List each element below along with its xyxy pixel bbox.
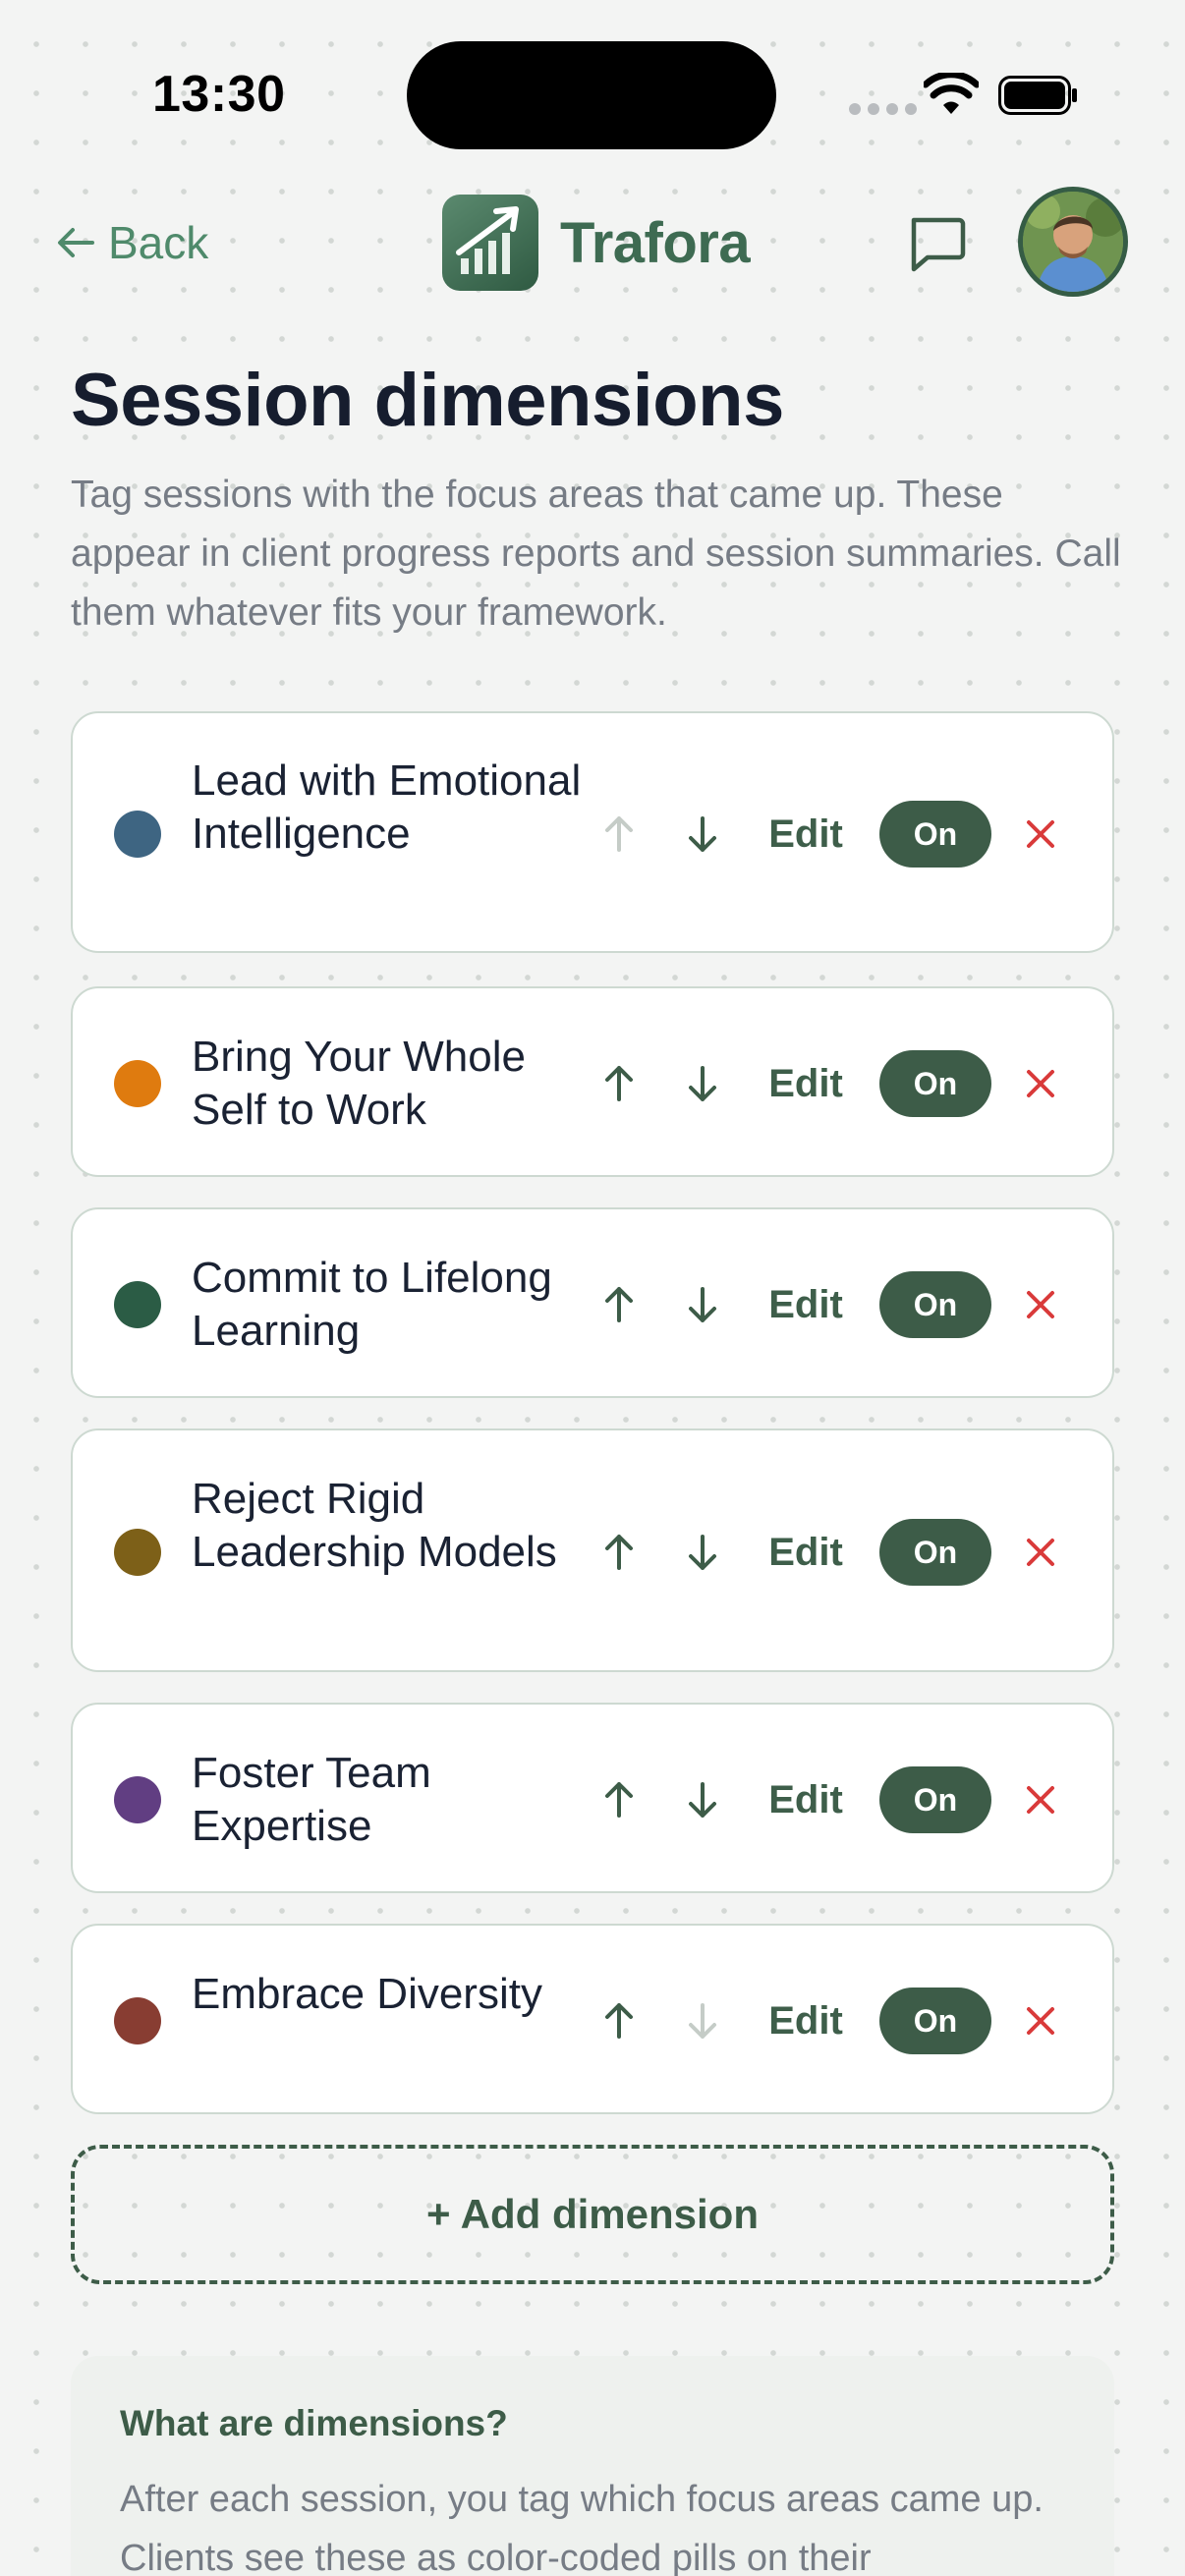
brand-logo: Trafora: [442, 195, 751, 291]
status-bar: 13:30: [0, 0, 1185, 167]
dimension-name: Bring Your Whole Self to Work: [192, 1033, 526, 1134]
dimension-card: Embrace Diversity Edit On: [71, 1924, 1114, 2114]
dimension-name: Commit to Lifelong Learning: [192, 1254, 552, 1355]
edit-button[interactable]: Edit: [757, 1774, 855, 1825]
remove-icon[interactable]: [1011, 1275, 1070, 1334]
edit-button[interactable]: Edit: [757, 1527, 855, 1578]
dimension-card: Foster Team Expertise Edit On: [71, 1703, 1114, 1893]
dimension-color-dot: [114, 1281, 161, 1328]
back-label: Back: [108, 217, 209, 268]
enabled-toggle[interactable]: On: [879, 1988, 991, 2054]
add-dimension-button[interactable]: + Add dimension: [71, 2145, 1114, 2284]
growth-chart-icon: [442, 195, 538, 291]
edit-button[interactable]: Edit: [757, 809, 855, 860]
battery-icon: [998, 76, 1077, 115]
arrow-left-icon: [58, 228, 94, 257]
remove-icon[interactable]: [1011, 1054, 1070, 1113]
dimension-card: Bring Your Whole Self to Work Edit On: [71, 986, 1114, 1177]
info-body: After each session, you tag which focus …: [120, 2479, 1044, 2576]
enabled-toggle[interactable]: On: [879, 1050, 991, 1117]
status-time: 13:30: [152, 66, 286, 123]
move-up-icon[interactable]: [590, 1770, 649, 1829]
dimension-name: Foster Team Expertise: [192, 1749, 431, 1850]
remove-icon[interactable]: [1011, 1770, 1070, 1829]
enabled-toggle[interactable]: On: [879, 1766, 991, 1833]
move-down-icon[interactable]: [673, 1054, 732, 1113]
edit-button[interactable]: Edit: [757, 1995, 855, 2046]
remove-icon[interactable]: [1011, 1991, 1070, 2050]
dimension-color-dot: [114, 1060, 161, 1107]
move-down-icon[interactable]: [673, 1275, 732, 1334]
info-box: What are dimensions? After each session,…: [71, 2356, 1114, 2576]
dimension-color-dot: [114, 1776, 161, 1823]
remove-icon[interactable]: [1011, 1523, 1070, 1582]
enabled-toggle[interactable]: On: [879, 1519, 991, 1586]
user-avatar[interactable]: [1018, 187, 1128, 297]
info-title: What are dimensions?: [120, 2403, 508, 2443]
dimension-name: Lead with Emotional Intelligence: [192, 756, 582, 858]
back-button[interactable]: Back: [57, 216, 208, 269]
page-title: Session dimensions: [71, 359, 784, 442]
move-up-icon[interactable]: [590, 1991, 649, 2050]
dimension-card: Reject Rigid Leadership Models Edit On: [71, 1428, 1114, 1672]
cellular-signal-icon: [849, 103, 917, 115]
move-down-icon[interactable]: [673, 1770, 732, 1829]
remove-icon[interactable]: [1011, 805, 1070, 864]
page-description: Tag sessions with the focus areas that c…: [71, 474, 1121, 634]
brand-name: Trafora: [560, 210, 751, 275]
move-up-icon[interactable]: [590, 1054, 649, 1113]
enabled-toggle[interactable]: On: [879, 1271, 991, 1338]
dimension-card: Lead with Emotional Intelligence Edit On: [71, 711, 1114, 953]
wifi-icon: [924, 73, 979, 114]
move-down-icon[interactable]: [673, 1523, 732, 1582]
dimension-card: Commit to Lifelong Learning Edit On: [71, 1207, 1114, 1398]
enabled-toggle[interactable]: On: [879, 801, 991, 868]
dynamic-island: [407, 41, 776, 149]
edit-button[interactable]: Edit: [757, 1279, 855, 1330]
move-up-icon[interactable]: [590, 1275, 649, 1334]
move-down-icon[interactable]: [673, 805, 732, 864]
dimension-color-dot: [114, 1997, 161, 2044]
edit-button[interactable]: Edit: [757, 1058, 855, 1109]
move-down-icon: [673, 1991, 732, 2050]
app-header: Back Trafora: [0, 177, 1185, 307]
move-up-icon: [590, 805, 649, 864]
dimension-name: Embrace Diversity: [192, 1970, 542, 2018]
dimension-color-dot: [114, 811, 161, 858]
dimension-color-dot: [114, 1529, 161, 1576]
chat-bubble-icon[interactable]: [904, 212, 969, 277]
dimension-name: Reject Rigid Leadership Models: [192, 1475, 557, 1576]
move-up-icon[interactable]: [590, 1523, 649, 1582]
